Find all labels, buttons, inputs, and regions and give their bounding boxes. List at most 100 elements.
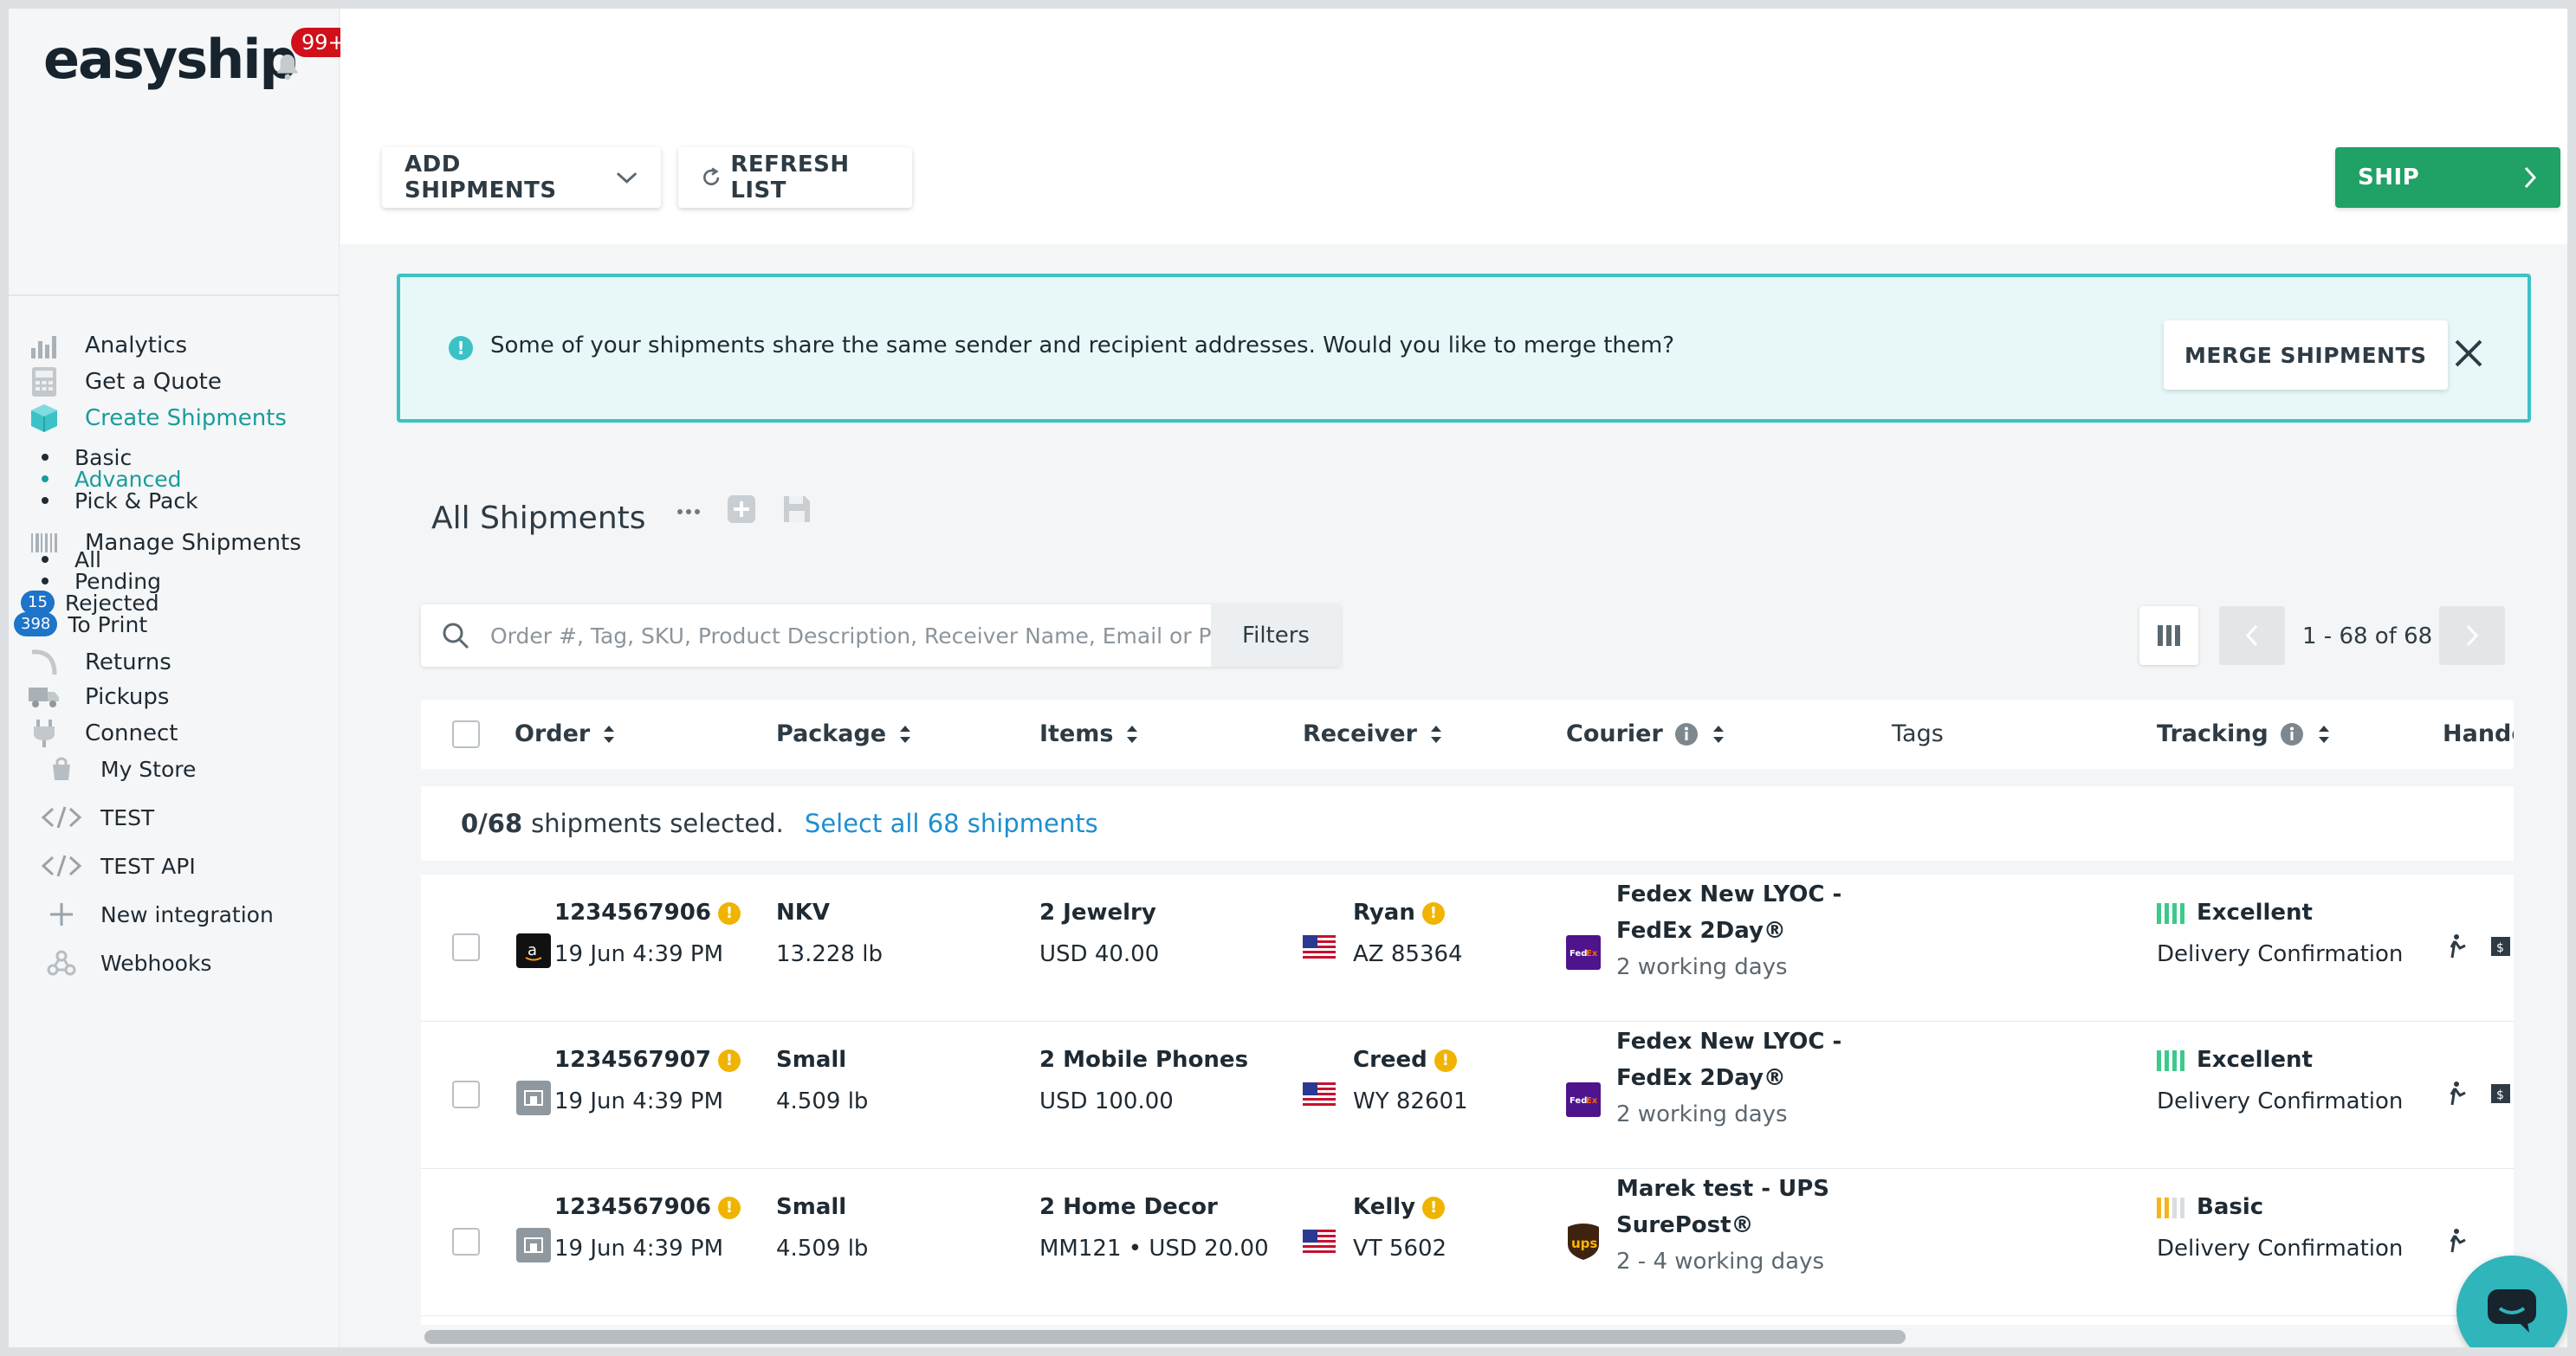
column-items[interactable]: Items <box>1039 720 1139 747</box>
column-order[interactable]: Order <box>515 720 616 747</box>
info-icon[interactable] <box>1673 721 1699 747</box>
nav-label: Pickups <box>85 684 170 710</box>
sort-icon[interactable] <box>1125 723 1139 746</box>
tracking-bar <box>2165 1197 2169 1218</box>
sub-item-label: Pick & Pack <box>74 488 198 513</box>
order-cell[interactable]: 1234567906! 19 Jun 4:39 PM <box>554 892 741 975</box>
refresh-list-button[interactable]: REFRESH LIST <box>678 147 912 208</box>
close-icon[interactable] <box>2450 334 2488 372</box>
row-checkbox[interactable] <box>452 1228 480 1256</box>
info-icon: ! <box>449 336 473 360</box>
label-icon[interactable]: $ <box>2489 1081 2512 1107</box>
receiver-name: Creed <box>1353 1047 1427 1073</box>
nav-create-shipments[interactable]: Create Shipments <box>26 397 287 440</box>
delivery-time: 2 working days <box>1616 954 1788 980</box>
nav-label: Analytics <box>85 333 188 358</box>
sidebar: easyship 99+ Analytics Get a Quote Creat… <box>9 9 356 1347</box>
column-package[interactable]: Package <box>776 720 912 747</box>
sort-icon[interactable] <box>602 723 616 746</box>
sort-icon[interactable] <box>2317 723 2331 746</box>
receiver-location: AZ 85364 <box>1353 941 1463 967</box>
select-all-link[interactable]: Select all 68 shipments <box>805 809 1098 838</box>
courier-cell[interactable]: Marek test - UPS SurePost® 2 - 4 working… <box>1616 1171 1829 1280</box>
selection-bar: 0/68 shipments selected. Select all 68 s… <box>421 786 2514 861</box>
warning-icon: ! <box>717 901 741 925</box>
sub-item-to-print[interactable]: 398 To Print <box>14 607 147 642</box>
column-label: Courier <box>1566 720 1663 747</box>
table-row[interactable]: 1234567906! 19 Jun 4:39 PM Small 4.509 l… <box>421 1169 2514 1316</box>
sort-icon[interactable] <box>898 723 912 746</box>
chevron-right-icon <box>2524 166 2537 189</box>
tracking-rating: Excellent <box>2197 1047 2313 1073</box>
integration-label: Webhooks <box>100 950 212 976</box>
items-desc: 2 Mobile Phones <box>1039 1047 1249 1073</box>
selection-text: shipments selected. <box>531 809 784 838</box>
calculator-icon <box>26 364 62 400</box>
chevron-right-icon <box>2466 624 2479 647</box>
us-flag-icon <box>1303 1082 1336 1107</box>
order-cell[interactable]: 1234567906! 19 Jun 4:39 PM <box>554 1186 741 1269</box>
courier-cell[interactable]: Fedex New LYOC - FedEx 2Day® 2 working d… <box>1616 1023 1841 1133</box>
handover-icon[interactable] <box>2448 1081 2470 1107</box>
sub-item-pick-pack[interactable]: Pick & Pack <box>35 483 198 518</box>
warning-icon: ! <box>1421 901 1445 925</box>
box-icon <box>26 400 62 436</box>
alert-message: Some of your shipments share the same se… <box>490 333 1675 358</box>
prev-page-button[interactable] <box>2219 606 2285 665</box>
courier-service: FedEx 2Day® <box>1616 1065 1786 1091</box>
save-icon[interactable] <box>781 494 812 525</box>
nav-connect[interactable]: Connect <box>26 712 178 755</box>
table-row[interactable]: a 1234567906! 19 Jun 4:39 PM NKV 13.228 … <box>421 875 2514 1022</box>
receiver-cell: Ryan! AZ 85364 <box>1353 892 1463 975</box>
integration-test[interactable]: TEST <box>40 798 154 836</box>
handover-icon[interactable] <box>2448 933 2470 959</box>
row-checkbox[interactable] <box>452 1081 480 1108</box>
order-number: 1234567906 <box>554 1194 711 1220</box>
items-desc: 2 Home Decor <box>1039 1194 1218 1220</box>
filters-button[interactable]: Filters <box>1211 604 1341 667</box>
logo[interactable]: easyship 99+ <box>43 19 356 106</box>
sort-icon[interactable] <box>1712 723 1725 746</box>
info-icon[interactable] <box>2279 721 2305 747</box>
columns-button[interactable] <box>2139 606 2198 665</box>
add-view-icon[interactable] <box>726 494 757 525</box>
integration-webhooks[interactable]: Webhooks <box>40 944 211 982</box>
search-input[interactable]: Order #, Tag, SKU, Product Description, … <box>490 623 1218 649</box>
next-page-button[interactable] <box>2439 606 2505 665</box>
column-receiver[interactable]: Receiver <box>1303 720 1443 747</box>
scrollbar-thumb[interactable] <box>424 1330 1906 1344</box>
handover-icon[interactable] <box>2448 1228 2470 1254</box>
receiver-cell: Creed! WY 82601 <box>1353 1039 1468 1122</box>
bullet <box>42 475 49 482</box>
more-icon[interactable] <box>676 496 702 522</box>
integration-my-store[interactable]: My Store <box>40 750 196 788</box>
search-bar[interactable]: Order #, Tag, SKU, Product Description, … <box>421 604 1341 667</box>
label-icon[interactable]: $ <box>2489 933 2512 959</box>
horizontal-scrollbar[interactable] <box>421 1328 2514 1346</box>
select-all-checkbox[interactable] <box>452 720 480 748</box>
integration-label: My Store <box>100 756 197 782</box>
order-date: 19 Jun 4:39 PM <box>554 941 723 967</box>
integration-test-api[interactable]: TEST API <box>40 847 196 885</box>
warning-icon: ! <box>717 1196 741 1219</box>
package-cell: Small 4.509 lb <box>776 1186 868 1269</box>
table-row[interactable]: 1234567907! 19 Jun 4:39 PM Small 4.509 l… <box>421 1022 2514 1169</box>
merge-shipments-button[interactable]: MERGE SHIPMENTS <box>2164 320 2448 390</box>
checkbox[interactable] <box>452 720 480 748</box>
integration-label: New integration <box>100 901 274 927</box>
integration-new[interactable]: New integration <box>40 895 274 933</box>
courier-cell[interactable]: Fedex New LYOC - FedEx 2Day® 2 working d… <box>1616 876 1841 985</box>
add-shipments-button[interactable]: ADD SHIPMENTS <box>382 147 661 208</box>
column-label: Hando <box>2443 720 2514 747</box>
order-cell[interactable]: 1234567907! 19 Jun 4:39 PM <box>554 1039 741 1122</box>
svg-text:Fed: Fed <box>1570 1096 1587 1106</box>
ship-button[interactable]: SHIP <box>2335 147 2560 208</box>
svg-text:Ex: Ex <box>1586 949 1598 959</box>
row-checkbox[interactable] <box>452 933 480 961</box>
delivery-time: 2 working days <box>1616 1101 1788 1127</box>
sort-icon[interactable] <box>1429 723 1443 746</box>
column-tracking[interactable]: Tracking <box>2157 720 2331 747</box>
tracking-bar <box>2165 902 2169 924</box>
column-courier[interactable]: Courier <box>1566 720 1725 747</box>
integration-label: TEST API <box>100 853 196 879</box>
